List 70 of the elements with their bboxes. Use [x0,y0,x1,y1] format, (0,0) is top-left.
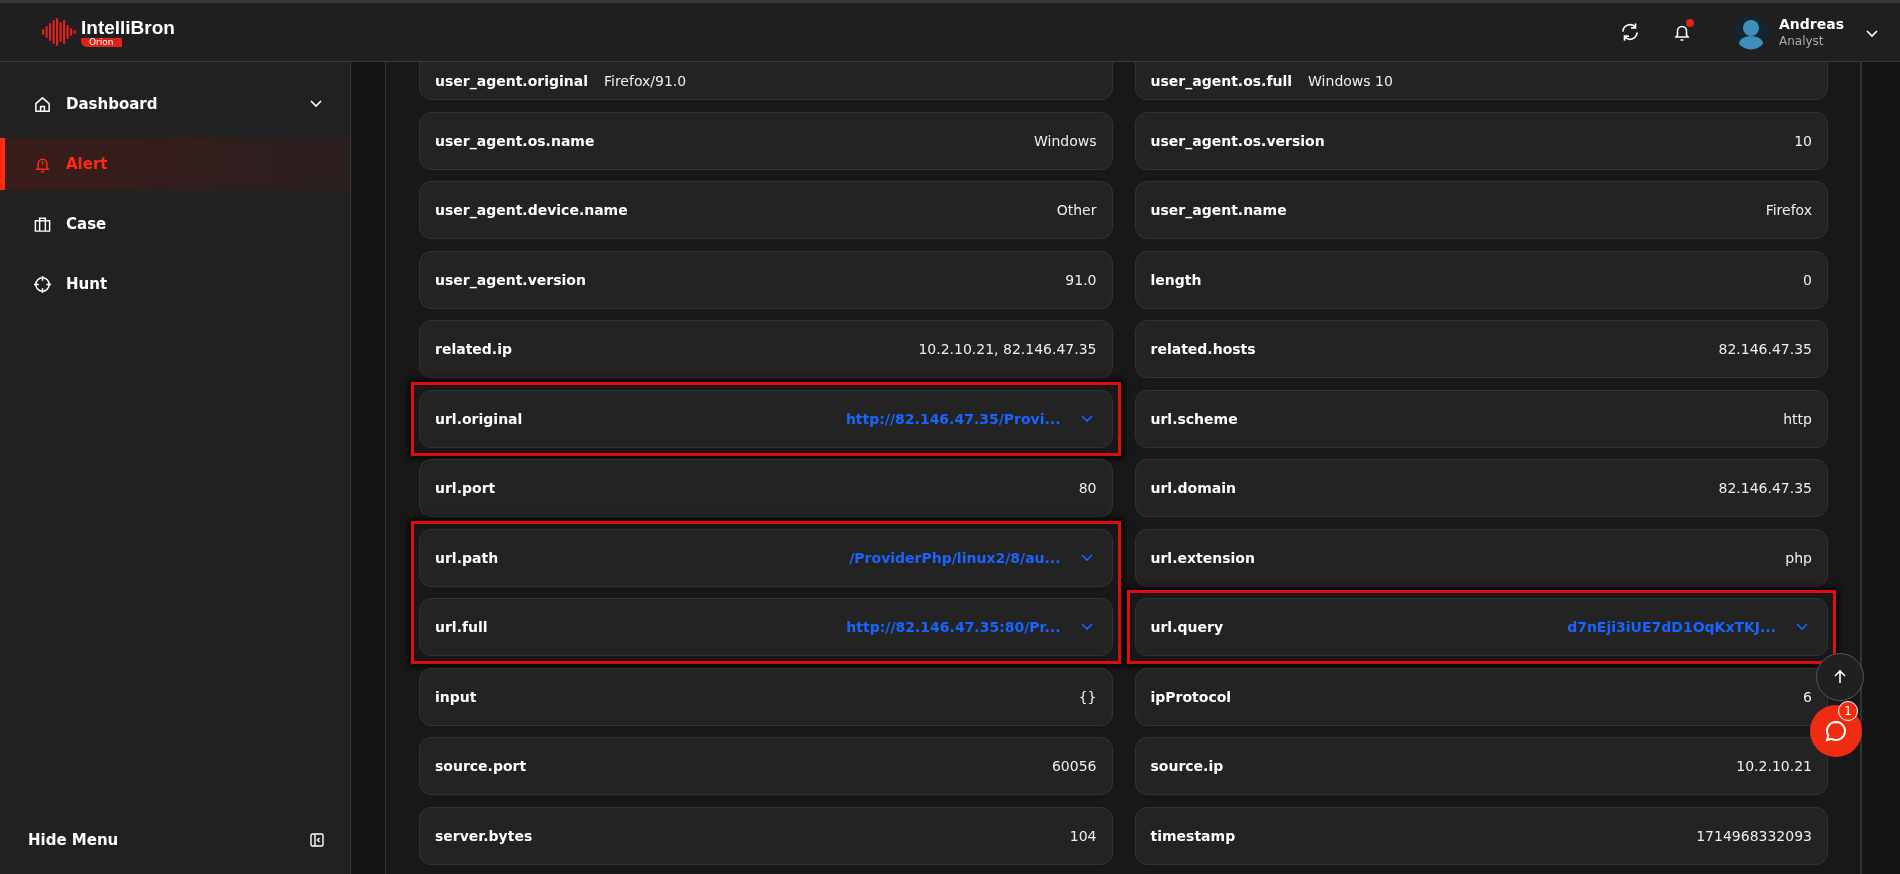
sidebar-item[interactable]: Dashboard [0,78,350,130]
field-value: 6 [1803,688,1812,705]
collapse-sidebar-icon[interactable] [310,833,324,847]
chat-bubble-icon [1823,718,1849,744]
avatar-icon[interactable] [1733,14,1769,50]
field-label: user_agent.os.full [1150,73,1293,89]
field-value: Windows 10 [1308,73,1393,89]
field-value: 60056 [1051,758,1097,774]
field-label: timestamp [1150,827,1236,844]
field-label: source.port [435,758,527,774]
expand-value-link[interactable]: d7nEji3iUE7dD1OqKxTKJ... [1567,619,1812,635]
chevron-down-icon [1080,623,1093,631]
chevron-down-icon [1796,623,1808,631]
field-value: 10.2.10.21 [1736,758,1812,774]
field-label: user_agent.device.name [435,202,628,218]
chevron-down-icon [1080,414,1093,423]
field-value: http [1783,410,1812,427]
field-label: url.extension [1150,549,1255,566]
field-label: related.ip [435,341,512,357]
field-value: Firefox [1765,202,1812,218]
field-label: related.hosts [1150,341,1256,357]
field-value: 1714968332093 [1696,827,1812,844]
field-value: {} [1078,688,1097,705]
brand-sub-label: Orion [81,37,122,47]
home-icon [33,94,52,114]
field-label: ipProtocol [1150,688,1232,705]
expand-value-link[interactable]: /ProviderPhp/linux2/8/au... [849,549,1097,566]
field-value: Windows [1034,132,1097,149]
field-label: user_agent.original [435,73,588,89]
field-label: user_agent.os.name [435,132,595,149]
field-value: 82.146.47.35 [1718,341,1812,357]
hide-menu-label[interactable]: Hide Menu [28,831,119,849]
field-value: Other [1056,202,1097,218]
sidebar-item[interactable]: Case [0,198,350,250]
field-label: url.full [435,619,488,635]
field-label: server.bytes [435,827,533,844]
user-name: Andreas [1779,16,1844,32]
field-label: input [435,688,477,705]
field-label: length [1150,271,1202,288]
chevron-down-icon [1080,553,1093,562]
brand-name: IntelliBron [81,17,175,37]
field-value: Firefox/91.0 [604,73,687,89]
field-label: url.original [435,410,523,427]
field-label: url.domain [1150,480,1236,496]
refresh-icon[interactable] [1619,21,1641,43]
field-value: 82.146.47.35 [1718,480,1812,496]
expand-value-link[interactable]: http://82.146.47.35/Provi... [845,410,1097,427]
field-label: url.path [435,549,499,566]
field-label: url.port [435,480,496,496]
sidebar-item[interactable]: Alert [0,138,350,190]
sound-wave-logo-icon [42,18,78,46]
field-value: php [1785,549,1812,566]
field-label: user_agent.name [1150,202,1287,218]
chevron-down-icon[interactable] [1866,29,1878,38]
field-label: user_agent.version [435,271,586,288]
field-value: 10 [1794,132,1812,149]
arrow-up-icon [1832,669,1848,685]
field-value: 10.2.10.21, 82.146.47.35 [918,341,1097,357]
field-label: url.query [1150,619,1223,635]
field-label: source.ip [1150,758,1224,774]
field-value: 91.0 [1065,271,1097,288]
sidebar-item[interactable]: Hunt [0,258,350,310]
field-label: user_agent.os.version [1150,132,1325,149]
expand-value-link[interactable]: http://82.146.47.35:80/Pr... [846,619,1097,635]
user-role: Analyst [1779,34,1825,48]
field-label: url.scheme [1150,410,1238,427]
field-value: 0 [1803,271,1812,288]
crosshair-icon [33,274,52,294]
field-value: 80 [1078,480,1097,496]
field-value: 104 [1069,827,1097,844]
